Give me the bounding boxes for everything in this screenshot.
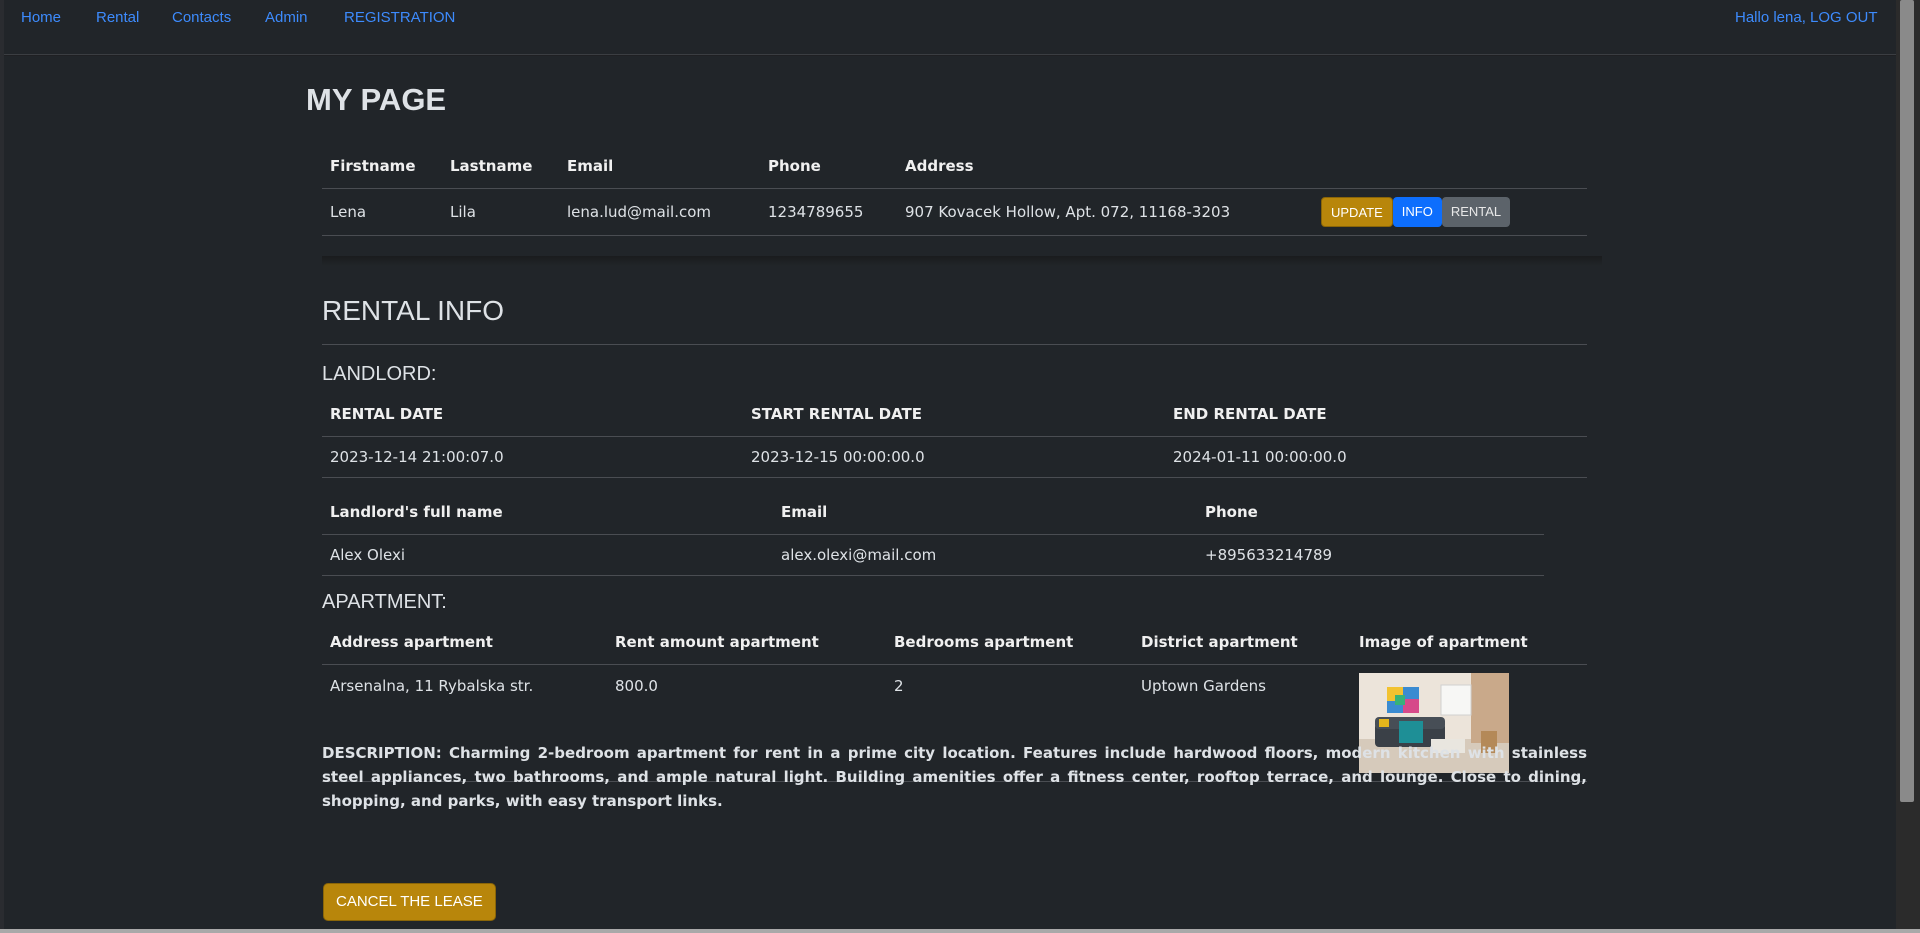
browser-viewport: Home Rental Contacts Admin REGISTRATION … bbox=[0, 0, 1900, 929]
landlord-table: Landlord's full name Email Phone Alex Ol… bbox=[322, 490, 1544, 576]
column-header: Rent amount apartment bbox=[615, 632, 819, 651]
rental-info-title: RENTAL INFO bbox=[322, 295, 505, 326]
vertical-scrollbar[interactable] bbox=[1896, 0, 1920, 929]
landlord-email-cell: alex.olexi@mail.com bbox=[781, 545, 937, 564]
divider bbox=[322, 344, 1587, 345]
rental-date-cell: 2023-12-14 21:00:07.0 bbox=[330, 447, 504, 466]
column-header: Address bbox=[905, 156, 974, 175]
lastname-cell: Lila bbox=[450, 202, 476, 221]
firstname-cell: Lena bbox=[330, 202, 367, 221]
logout-link[interactable]: Hallo lena, LOG OUT bbox=[1735, 9, 1878, 26]
rental-dates-table: RENTAL DATE START RENTAL DATE END RENTAL… bbox=[322, 392, 1587, 478]
page-title: MY PAGE bbox=[306, 82, 447, 117]
scrollbar-thumb[interactable] bbox=[1900, 0, 1914, 802]
email-cell: lena.lud@mail.com bbox=[567, 202, 712, 221]
table-row: 2023-12-14 21:00:07.0 2023-12-15 00:00:0… bbox=[322, 436, 1587, 477]
window-bottom-border bbox=[0, 929, 1920, 933]
column-header: START RENTAL DATE bbox=[751, 404, 922, 423]
nav-admin-link[interactable]: Admin bbox=[265, 9, 308, 26]
end-date-cell: 2024-01-11 00:00:00.0 bbox=[1173, 447, 1347, 466]
apartment-label: APARTMENT: bbox=[322, 591, 447, 613]
column-header: Lastname bbox=[450, 156, 533, 175]
column-header-actions bbox=[1321, 144, 1587, 188]
nav-rental-link[interactable]: Rental bbox=[96, 9, 139, 26]
address-cell: 907 Kovacek Hollow, Apt. 072, 11168-3203 bbox=[905, 202, 1231, 221]
column-header: RENTAL DATE bbox=[330, 404, 444, 423]
table-header-row: Landlord's full name Email Phone bbox=[322, 490, 1544, 534]
info-button[interactable]: INFO bbox=[1392, 196, 1442, 227]
nav-contacts-link[interactable]: Contacts bbox=[172, 9, 231, 26]
column-header: Bedrooms apartment bbox=[894, 632, 1074, 651]
top-navbar: Home Rental Contacts Admin REGISTRATION … bbox=[4, 0, 1900, 55]
table-row: Lena Lila lena.lud@mail.com 1234789655 9… bbox=[322, 188, 1587, 235]
column-header: Email bbox=[781, 502, 828, 521]
landlord-name-cell: Alex Olexi bbox=[330, 545, 406, 564]
landlord-label: LANDLORD: bbox=[322, 363, 437, 385]
table-header-row: Address apartment Rent amount apartment … bbox=[322, 620, 1587, 664]
column-header: Landlord's full name bbox=[330, 502, 503, 521]
column-header: Address apartment bbox=[330, 632, 493, 651]
section-divider bbox=[322, 256, 1602, 266]
main-content: MY PAGE Firstname Lastname Email Phone A… bbox=[4, 56, 1900, 929]
column-header: Phone bbox=[1205, 502, 1258, 521]
column-header: Email bbox=[567, 156, 614, 175]
start-date-cell: 2023-12-15 00:00:00.0 bbox=[751, 447, 925, 466]
rental-button[interactable]: RENTAL bbox=[1441, 196, 1511, 227]
update-button[interactable]: UPDATE bbox=[1321, 196, 1393, 227]
column-header: Image of apartment bbox=[1359, 632, 1528, 651]
table-header-row: Firstname Lastname Email Phone Address bbox=[322, 144, 1587, 188]
column-header: District apartment bbox=[1141, 632, 1298, 651]
cancel-lease-button[interactable]: CANCEL THE LEASE bbox=[323, 883, 496, 921]
landlord-phone-cell: +895633214789 bbox=[1205, 545, 1333, 564]
table-header-row: RENTAL DATE START RENTAL DATE END RENTAL… bbox=[322, 392, 1587, 436]
nav-home-link[interactable]: Home bbox=[21, 9, 61, 26]
column-header: Phone bbox=[768, 156, 821, 175]
user-table: Firstname Lastname Email Phone Address L… bbox=[322, 144, 1587, 236]
column-header: Firstname bbox=[330, 156, 416, 175]
column-header: END RENTAL DATE bbox=[1173, 404, 1327, 423]
apartment-description: DESCRIPTION: Charming 2-bedroom apartmen… bbox=[322, 744, 1587, 810]
nav-registration-link[interactable]: REGISTRATION bbox=[344, 9, 455, 26]
phone-cell: 1234789655 bbox=[768, 202, 864, 221]
table-row: Alex Olexi alex.olexi@mail.com +89563321… bbox=[322, 534, 1544, 575]
actions-cell: UPDATE INFO RENTAL bbox=[1321, 188, 1587, 235]
